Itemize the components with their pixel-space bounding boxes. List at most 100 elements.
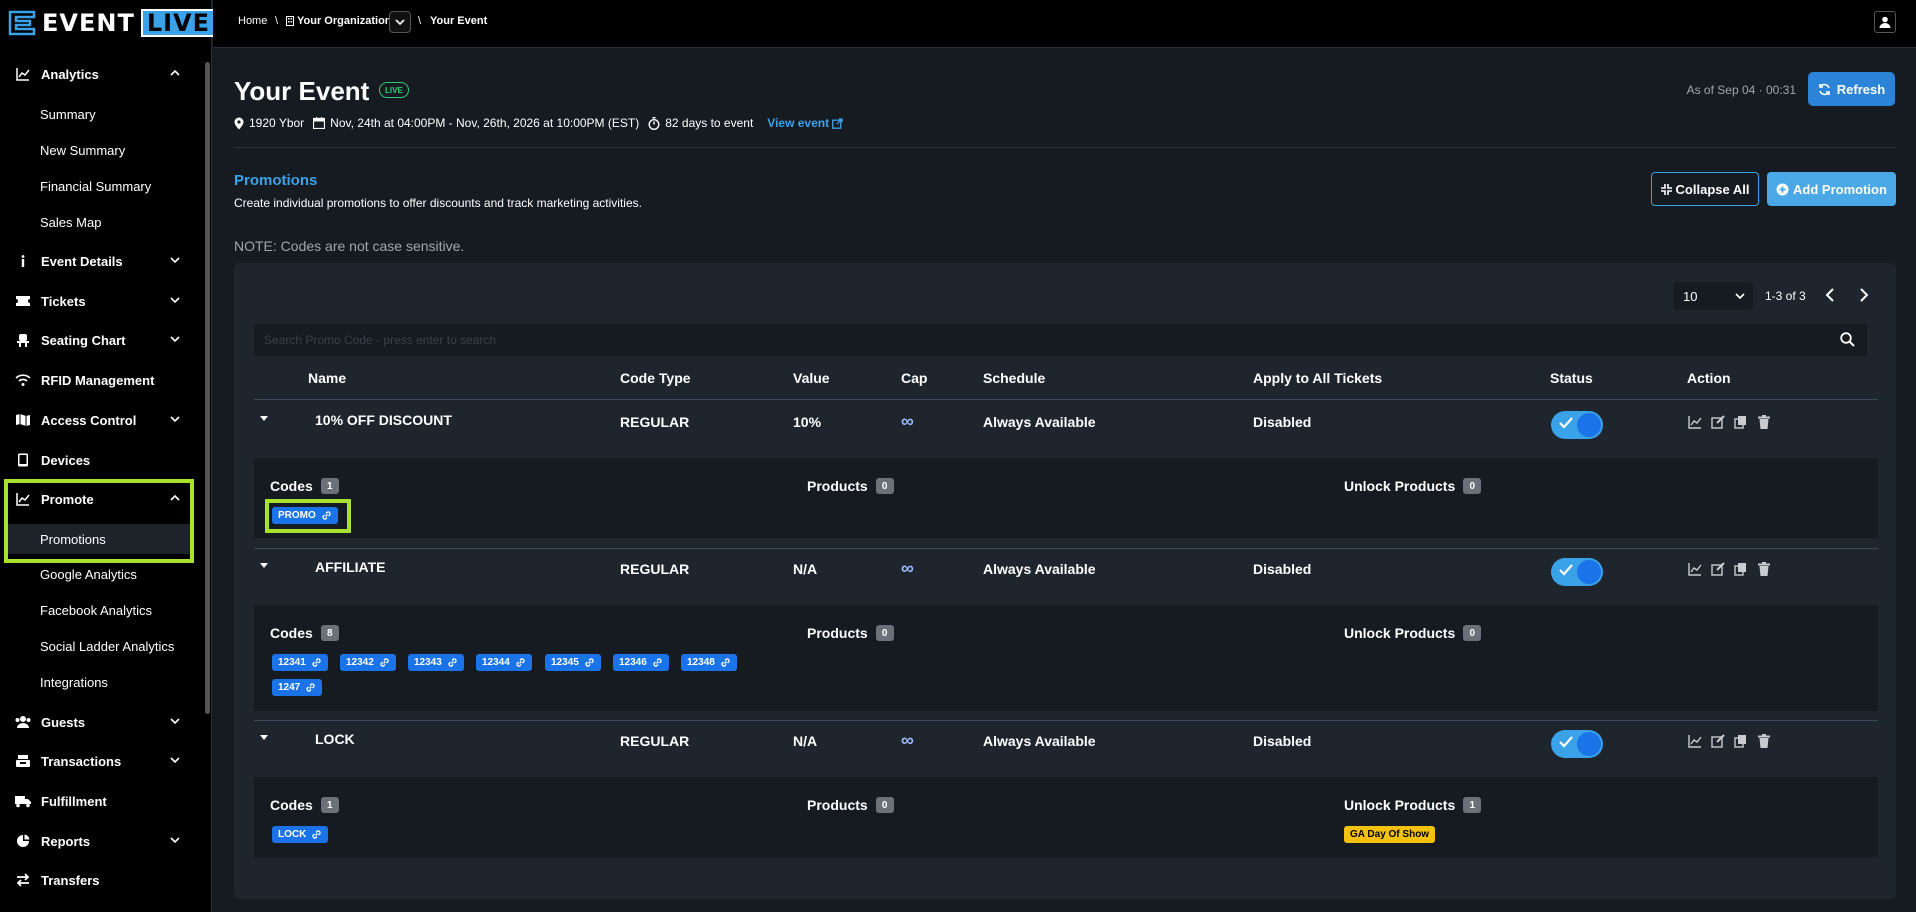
analytics-icon[interactable]	[1687, 561, 1702, 576]
codes-label-text: Codes	[270, 625, 313, 641]
previous-page-button[interactable]	[1822, 286, 1838, 304]
trash-icon[interactable]	[1756, 733, 1771, 748]
sidebar-item-fulfillment[interactable]: Fulfillment	[0, 784, 200, 818]
chevron-down-icon	[395, 19, 405, 26]
copy-icon[interactable]	[1733, 733, 1748, 748]
column-header-schedule[interactable]: Schedule	[983, 370, 1045, 386]
sidebar-scrollbar[interactable]	[205, 62, 210, 714]
column-header-apply-all[interactable]: Apply to All Tickets	[1253, 370, 1382, 386]
collapse-all-button[interactable]: Collapse All	[1651, 172, 1759, 206]
sidebar-item-sales-map[interactable]: Sales Map	[40, 208, 101, 236]
line-chart-icon	[14, 490, 32, 508]
promo-code-chip[interactable]: 12348	[681, 654, 737, 671]
copy-icon[interactable]	[1733, 414, 1748, 429]
top-bar: Home \ Your Organization \ Your Event	[213, 0, 1916, 48]
sidebar-item-analytics[interactable]: Analytics	[0, 57, 200, 91]
breadcrumb-organization[interactable]: Your Organization	[286, 15, 392, 27]
sidebar-item-reports[interactable]: Reports	[0, 824, 200, 858]
sidebar-item-transfers[interactable]: Transfers	[0, 863, 200, 897]
codes-label: Codes 8	[270, 625, 339, 641]
analytics-icon[interactable]	[1687, 733, 1702, 748]
truck-icon	[14, 792, 32, 810]
per-page-select[interactable]: 10	[1673, 282, 1753, 310]
sidebar-item-summary[interactable]: Summary	[40, 100, 96, 128]
trash-icon[interactable]	[1756, 561, 1771, 576]
column-header-cap[interactable]: Cap	[901, 370, 927, 386]
promo-code-chip[interactable]: LOCK	[272, 826, 329, 843]
sidebar-item-promote[interactable]: Promote	[0, 482, 200, 516]
sidebar-item-new-summary[interactable]: New Summary	[40, 136, 125, 164]
unlock-products-label-text: Unlock Products	[1344, 478, 1456, 494]
copy-icon[interactable]	[1733, 561, 1748, 576]
promo-code-chip[interactable]: 12341	[272, 654, 328, 671]
pagination-info: 1-3 of 3	[1765, 289, 1806, 303]
map-icon	[14, 411, 32, 429]
column-header-value[interactable]: Value	[793, 370, 830, 386]
add-promotion-button[interactable]: Add Promotion	[1767, 172, 1896, 206]
countdown-text: 82 days to event	[665, 116, 754, 130]
promo-code-text: PROMO	[278, 510, 316, 521]
status-toggle[interactable]	[1551, 730, 1603, 758]
breadcrumb-home[interactable]: Home	[238, 15, 267, 27]
promo-code-chip[interactable]: 12344	[476, 654, 532, 671]
sidebar-item-devices[interactable]: Devices	[0, 443, 200, 477]
sidebar-item-tickets[interactable]: Tickets	[0, 284, 200, 318]
promo-code-chip[interactable]: PROMO	[272, 507, 338, 524]
search-icon[interactable]	[1840, 332, 1855, 347]
sidebar-item-facebook-analytics[interactable]: Facebook Analytics	[40, 596, 152, 624]
refresh-button[interactable]: Refresh	[1808, 72, 1895, 106]
apply-all-tickets: Disabled	[1253, 561, 1312, 577]
collapse-all-label: Collapse All	[1675, 181, 1750, 197]
promo-code-chip[interactable]: 12345	[545, 654, 601, 671]
trash-icon[interactable]	[1756, 414, 1771, 429]
status-toggle[interactable]	[1551, 558, 1603, 586]
event-live-logo[interactable]: EVENT LIVE	[8, 8, 217, 38]
analytics-icon[interactable]	[1687, 414, 1702, 429]
sidebar: EVENT LIVE Analytics Summary New Summary…	[0, 0, 217, 912]
breadcrumb-event[interactable]: Your Event	[430, 15, 487, 27]
next-page-button[interactable]	[1856, 286, 1872, 304]
sidebar-item-rfid[interactable]: RFID Management	[0, 363, 200, 397]
promo-code-chip[interactable]: 12346	[613, 654, 669, 671]
promo-code-text: 12345	[551, 657, 579, 668]
promo-search-input[interactable]	[254, 324, 1824, 356]
sidebar-item-label: Analytics	[41, 66, 99, 82]
edit-icon[interactable]	[1710, 561, 1725, 576]
code-type: REGULAR	[620, 733, 690, 749]
view-event-link[interactable]: View event	[767, 116, 843, 130]
per-page-value: 10	[1683, 288, 1698, 304]
column-header-status[interactable]: Status	[1550, 370, 1593, 386]
promo-code-chip[interactable]: 1247	[272, 679, 323, 696]
user-menu-button[interactable]	[1874, 11, 1896, 33]
sidebar-item-label: Guests	[41, 714, 86, 730]
sidebar-item-label: Fulfillment	[41, 793, 107, 809]
promo-code-chip[interactable]: 12343	[408, 654, 464, 671]
tablet-icon	[14, 451, 32, 469]
sidebar-item-event-details[interactable]: Event Details	[0, 244, 200, 278]
sidebar-item-social-ladder-analytics[interactable]: Social Ladder Analytics	[40, 632, 174, 660]
sidebar-item-financial-summary[interactable]: Financial Summary	[40, 172, 151, 200]
row-actions	[1687, 733, 1771, 748]
unlock-product-chip[interactable]: GA Day Of Show	[1344, 826, 1436, 843]
sidebar-item-access-control[interactable]: Access Control	[0, 403, 200, 437]
cap-infinity: ∞	[901, 411, 914, 431]
sidebar-item-promotions[interactable]: Promotions	[8, 524, 190, 554]
sidebar-item-seating-chart[interactable]: Seating Chart	[0, 323, 200, 357]
organization-dropdown-button[interactable]	[389, 11, 411, 33]
sidebar-item-google-analytics[interactable]: Google Analytics	[40, 560, 137, 588]
promo-code-chip[interactable]: 12342	[340, 654, 396, 671]
promo-code-text: 12342	[346, 657, 374, 668]
sidebar-item-transactions[interactable]: Transactions	[0, 744, 200, 778]
link-icon	[448, 658, 457, 667]
sidebar-item-guests[interactable]: Guests	[0, 705, 200, 739]
link-icon	[306, 683, 315, 692]
dates-item: Nov, 24th at 04:00PM - Nov, 26th, 2026 a…	[313, 116, 639, 130]
edit-icon[interactable]	[1710, 414, 1725, 429]
sidebar-item-label: Reports	[41, 833, 91, 849]
edit-icon[interactable]	[1710, 733, 1725, 748]
status-toggle[interactable]	[1551, 411, 1603, 439]
column-header-code-type[interactable]: Code Type	[620, 370, 691, 386]
column-header-name[interactable]: Name	[308, 370, 346, 386]
sidebar-item-integrations[interactable]: Integrations	[40, 668, 108, 696]
code-type: REGULAR	[620, 414, 690, 430]
